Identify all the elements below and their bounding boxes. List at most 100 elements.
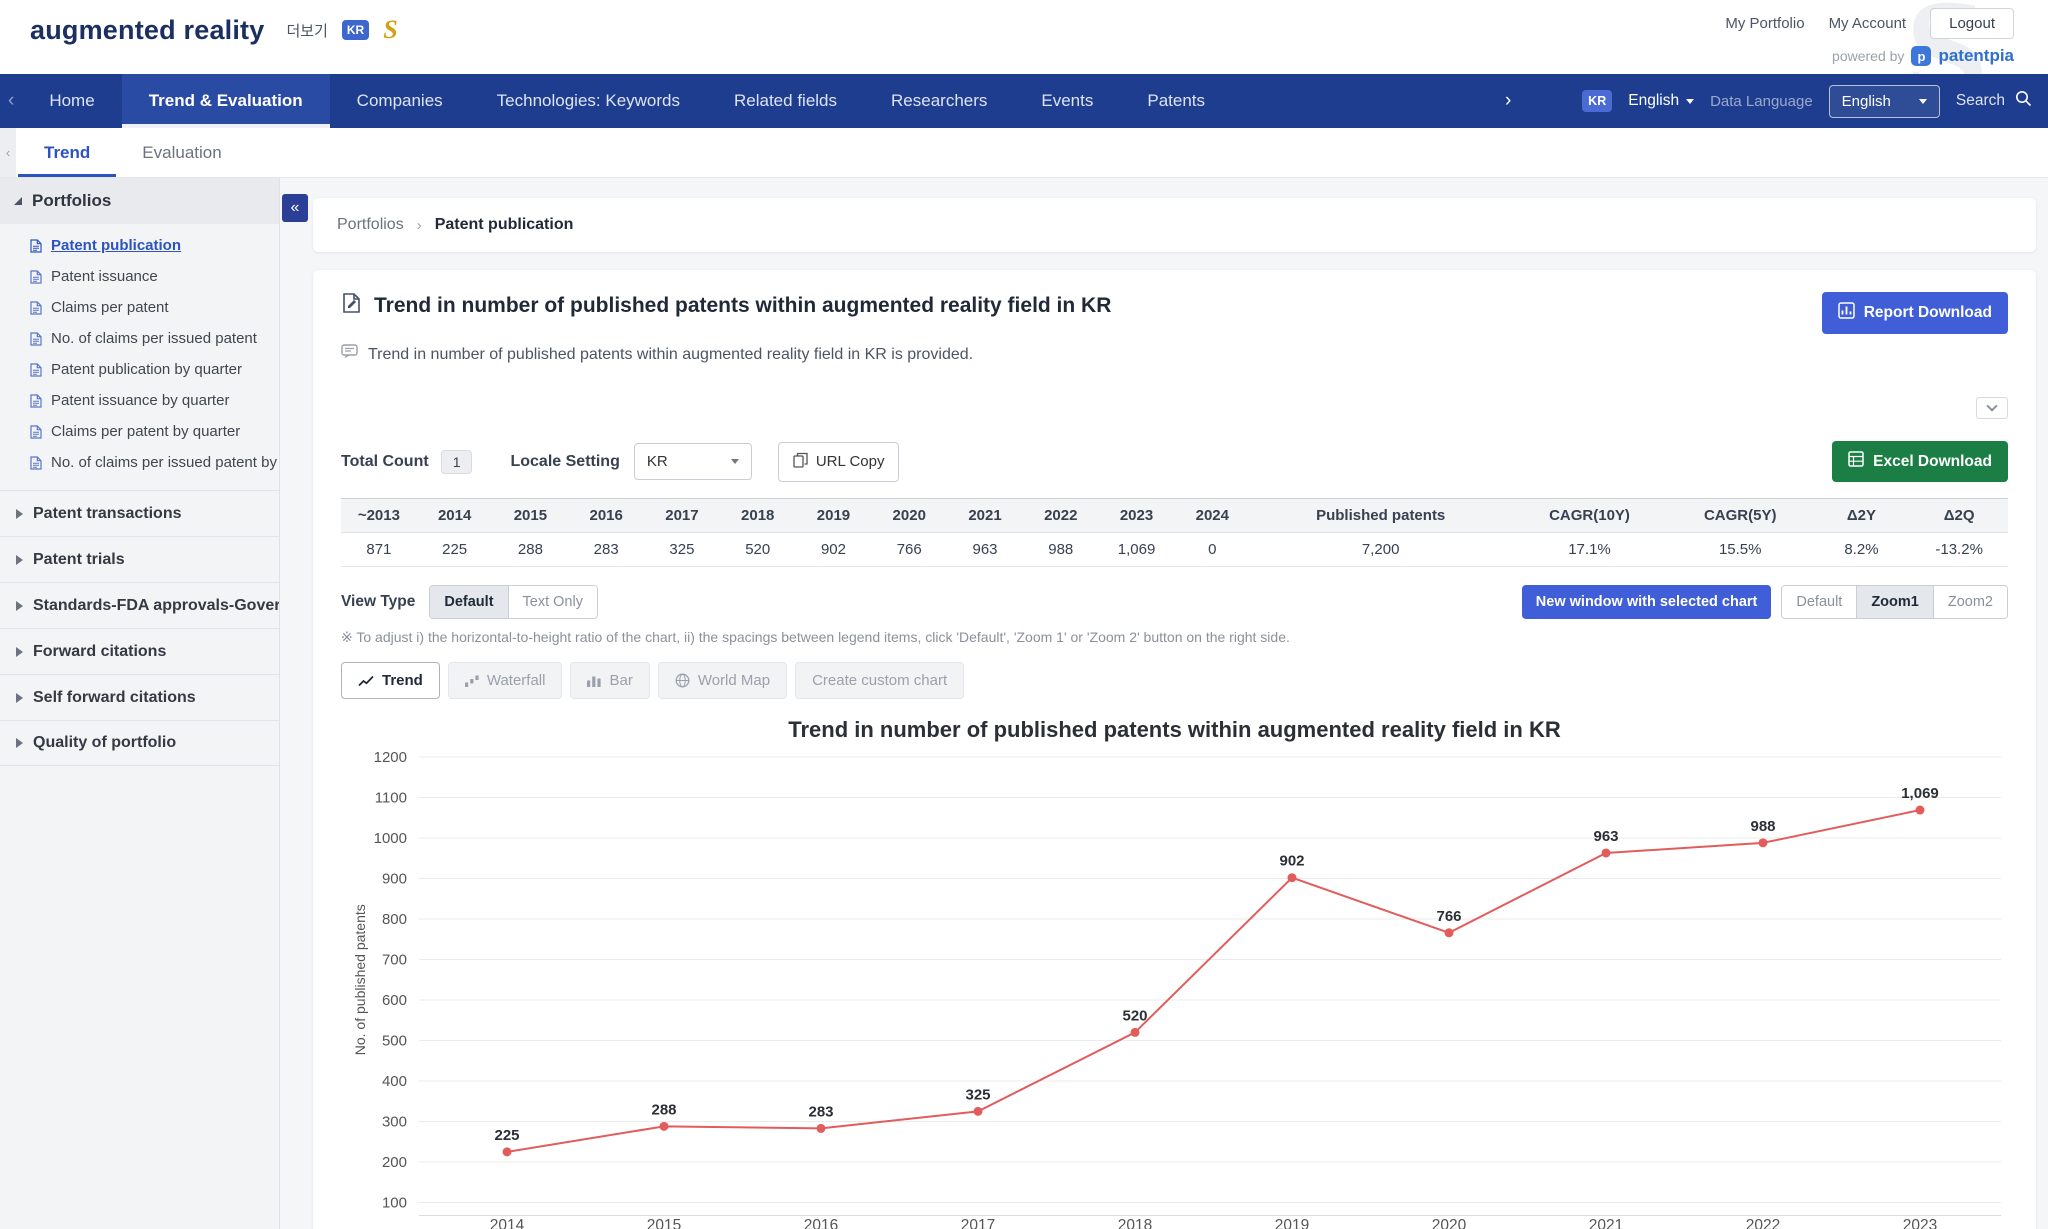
svg-text:300: 300 — [382, 1114, 407, 1131]
chart-tab-waterfall[interactable]: Waterfall — [448, 662, 563, 699]
zoom-zoom1-button[interactable]: Zoom1 — [1856, 586, 1933, 618]
sidebar-item-no-of-claims-per-issued-patent[interactable]: No. of claims per issued patent — [0, 323, 279, 354]
search-control[interactable]: Search — [1956, 90, 2032, 112]
svg-text:200: 200 — [382, 1154, 407, 1171]
chart-tab-label: Create custom chart — [812, 672, 947, 689]
logout-button[interactable]: Logout — [1930, 8, 2014, 39]
svg-text:988: 988 — [1750, 818, 1775, 835]
table-value-cell: 1,069 — [1099, 533, 1175, 567]
nav-items: HomeTrend & EvaluationCompaniesTechnolog… — [22, 74, 1232, 128]
search-icon[interactable] — [2015, 90, 2032, 112]
svg-text:1,069: 1,069 — [1901, 785, 1939, 802]
data-language-select[interactable]: English — [1829, 85, 1940, 118]
sidebar-section-label: Self forward citations — [33, 689, 196, 707]
sidebar-section-self-forward-citations[interactable]: Self forward citations — [0, 674, 279, 720]
sidebar-item-label: No. of claims per issued patent by qua… — [51, 454, 279, 471]
excel-download-button[interactable]: Excel Download — [1832, 441, 2008, 482]
my-portfolio-link[interactable]: My Portfolio — [1725, 15, 1804, 32]
breadcrumb-separator-icon: › — [417, 217, 422, 234]
section-collapse-button[interactable] — [1976, 397, 2008, 419]
zoom-default-button[interactable]: Default — [1782, 586, 1856, 618]
breadcrumb-parent[interactable]: Portfolios — [337, 216, 404, 234]
locale-select[interactable]: KR — [634, 443, 752, 480]
chevron-down-icon — [731, 459, 739, 464]
sub-tabs: ‹ TrendEvaluation — [0, 128, 2048, 178]
table-header-cell: 2024 — [1174, 499, 1250, 533]
svg-text:520: 520 — [1122, 1007, 1147, 1024]
sidebar-item-patent-issuance[interactable]: Patent issuance — [0, 261, 279, 292]
nav-item-researchers[interactable]: Researchers — [864, 74, 1014, 128]
nav-item-companies[interactable]: Companies — [330, 74, 470, 128]
adjust-note: ※ To adjust i) the horizontal-to-height … — [341, 629, 2008, 646]
brand-name[interactable]: patentpia — [1938, 46, 2014, 66]
sidebar-item-patent-issuance-by-quarter[interactable]: Patent issuance by quarter — [0, 385, 279, 416]
report-download-button[interactable]: Report Download — [1822, 292, 2008, 334]
svg-text:2016: 2016 — [804, 1217, 838, 1229]
svg-text:100: 100 — [382, 1195, 407, 1212]
svg-text:225: 225 — [494, 1127, 519, 1144]
chart-tab-trend[interactable]: Trend — [341, 662, 440, 699]
table-value-cell: 15.5% — [1668, 533, 1813, 567]
powered-by-label: powered by — [1832, 48, 1904, 64]
nav-scroll-right-icon[interactable]: › — [1505, 74, 1511, 128]
nav-item-related-fields[interactable]: Related fields — [707, 74, 864, 128]
sidebar-section-label: Patent trials — [33, 551, 125, 569]
table-header-cell: 2019 — [796, 499, 872, 533]
url-copy-label: URL Copy — [816, 453, 885, 470]
sidebar-item-patent-publication-by-quarter[interactable]: Patent publication by quarter — [0, 354, 279, 385]
tab-trend[interactable]: Trend — [18, 128, 116, 177]
table-header-cell: Published patents — [1250, 499, 1511, 533]
more-link[interactable]: 더보기 — [286, 20, 327, 41]
subtab-scroll-left-icon[interactable]: ‹ — [0, 128, 16, 177]
search-label: Search — [1956, 92, 2005, 110]
sidebar-section-forward-citations[interactable]: Forward citations — [0, 628, 279, 674]
table-header-cell: Δ2Q — [1910, 499, 2008, 533]
nav-item-events[interactable]: Events — [1014, 74, 1120, 128]
table-value-cell: 766 — [871, 533, 947, 567]
chart-tab-label: Bar — [609, 672, 632, 689]
chart-tab-create-custom-chart[interactable]: Create custom chart — [795, 662, 964, 699]
locale-value: KR — [647, 453, 668, 470]
sidebar-section-quality-of-portfolio[interactable]: Quality of portfolio — [0, 720, 279, 766]
view-type-text-only-button[interactable]: Text Only — [508, 586, 597, 618]
new-window-button[interactable]: New window with selected chart — [1522, 585, 1772, 619]
sidebar-section-portfolios[interactable]: Portfolios — [0, 178, 279, 224]
sidebar-section-label: Patent transactions — [33, 505, 181, 523]
collapsed-triangle-icon — [16, 647, 23, 657]
sidebar-collapse-button[interactable]: « — [282, 194, 308, 222]
main-content: Portfolios › Patent publication Trend in… — [280, 178, 2048, 1229]
portfolio-title: augmented reality — [30, 15, 264, 46]
sidebar-item-patent-publication[interactable]: Patent publication — [0, 230, 279, 261]
sidebar-section-patent-transactions[interactable]: Patent transactions — [0, 490, 279, 536]
ui-language-dropdown[interactable]: English — [1628, 92, 1694, 110]
view-type-default-button[interactable]: Default — [430, 586, 507, 618]
chart-tab-world-map[interactable]: World Map — [658, 662, 787, 699]
sidebar-item-claims-per-patent[interactable]: Claims per patent — [0, 292, 279, 323]
nav-item-patents[interactable]: Patents — [1120, 74, 1232, 128]
nav-scroll-left-icon[interactable]: ‹ — [0, 74, 22, 128]
table-row: 8712252882833255209027669639881,06907,20… — [341, 533, 2008, 567]
svg-text:283: 283 — [808, 1103, 833, 1120]
locale-setting-label: Locale Setting — [510, 453, 619, 471]
nav-item-trend-evaluation[interactable]: Trend & Evaluation — [122, 74, 330, 128]
description-text: Trend in number of published patents wit… — [368, 346, 973, 364]
table-header-cell: 2017 — [644, 499, 720, 533]
collapsed-triangle-icon — [16, 555, 23, 565]
collapsed-triangle-icon — [16, 693, 23, 703]
svg-text:700: 700 — [382, 952, 407, 969]
tab-evaluation[interactable]: Evaluation — [116, 128, 247, 177]
chart-tab-bar[interactable]: Bar — [570, 662, 649, 699]
nav-item-home[interactable]: Home — [22, 74, 121, 128]
svg-text:766: 766 — [1436, 908, 1461, 925]
zoom-zoom2-button[interactable]: Zoom2 — [1933, 586, 2007, 618]
sidebar-item-no-of-claims-per-issued-patent-by-qua[interactable]: No. of claims per issued patent by qua… — [0, 447, 279, 478]
sidebar-section-patent-trials[interactable]: Patent trials — [0, 536, 279, 582]
url-copy-button[interactable]: URL Copy — [778, 442, 900, 482]
sidebar-item-claims-per-patent-by-quarter[interactable]: Claims per patent by quarter — [0, 416, 279, 447]
nav-item-technologies-keywords[interactable]: Technologies: Keywords — [470, 74, 707, 128]
my-account-link[interactable]: My Account — [1829, 15, 1907, 32]
sidebar-section-standards-fda-approvals-govern[interactable]: Standards-FDA approvals-Govern… — [0, 582, 279, 628]
data-language-value: English — [1842, 93, 1891, 110]
svg-text:1000: 1000 — [374, 830, 407, 847]
expanded-triangle-icon — [14, 197, 22, 205]
